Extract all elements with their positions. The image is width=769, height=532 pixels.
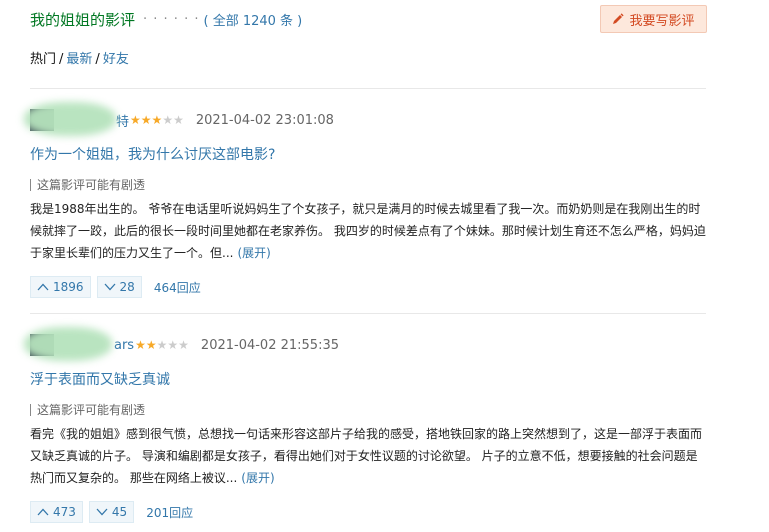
downvote-count: 28 — [119, 280, 135, 294]
pencil-icon — [613, 13, 625, 24]
star-icon: ★ — [130, 113, 141, 127]
downvote-button[interactable]: 45 — [88, 501, 135, 523]
divider — [30, 313, 706, 314]
tab-friends[interactable]: 好友 — [103, 52, 129, 67]
expand-link[interactable]: (展开) — [241, 471, 274, 485]
review-content: 我是1988年出生的。 爷爷在电话里听说妈妈生了个女孩子，就只是满月的时候去城里… — [30, 202, 706, 260]
redaction-blur — [24, 102, 116, 136]
arrow-up-icon — [37, 283, 49, 291]
arrow-up-icon — [37, 508, 49, 516]
upvote-count: 473 — [53, 505, 76, 519]
review-meta: 特 ★ ★ ★ ★ ★ 2021-04-02 23:01:08 — [24, 102, 710, 136]
review-actions: 1896 28 464回应 — [30, 276, 710, 298]
star-icon: ★ — [135, 338, 146, 352]
replies-link[interactable]: 464回应 — [154, 279, 201, 296]
write-review-label: 我要写影评 — [629, 13, 695, 29]
spoiler-warning: 这篇影评可能有剧透 — [30, 401, 710, 418]
expand-link[interactable]: (展开) — [237, 246, 270, 260]
page-title[interactable]: 我的姐姐的影评 — [30, 9, 135, 30]
title-dots: · · · · · · — [143, 11, 200, 27]
upvote-button[interactable]: 1896 — [30, 276, 91, 298]
star-icon: ★ — [167, 338, 179, 352]
spoiler-bar — [30, 178, 31, 191]
arrow-down-icon — [104, 283, 116, 291]
tab-separator: / — [95, 52, 100, 67]
review-excerpt: 看完《我的姐姐》感到很气愤，总想找一句话来形容这部片子给我的感受，搭地铁回家的路… — [30, 423, 706, 489]
write-review-button[interactable]: 我要写影评 — [600, 5, 707, 33]
spoiler-text: 这篇影评可能有剧透 — [37, 403, 146, 417]
reviews-header: 我的姐姐的影评 · · · · · · ( 全部 1240 条 ) — [30, 8, 302, 30]
star-icon: ★ — [162, 113, 174, 127]
review-title[interactable]: 作为一个姐姐，我为什么讨厌这部电影? — [30, 144, 710, 164]
sort-tabs: 热门 / 最新 / 好友 — [30, 48, 129, 67]
rating-stars: ★ ★ ★ ★ ★ — [135, 339, 189, 351]
review-meta: ars ★ ★ ★ ★ ★ 2021-04-02 21:55:35 — [24, 327, 710, 361]
review-item: ars ★ ★ ★ ★ ★ 2021-04-02 21:55:35 浮于表面而又缺乏真诚… — [24, 327, 710, 523]
spoiler-bar — [30, 403, 31, 416]
upvote-button[interactable]: 473 — [30, 501, 83, 523]
upvote-count: 1896 — [53, 280, 84, 294]
review-actions: 473 45 201回应 — [30, 501, 710, 523]
star-icon: ★ — [178, 338, 189, 352]
spoiler-text: 这篇影评可能有剧透 — [37, 178, 146, 192]
spoiler-warning: 这篇影评可能有剧透 — [30, 176, 710, 193]
replies-link[interactable]: 201回应 — [146, 504, 193, 521]
review-author[interactable]: ars — [114, 338, 134, 353]
downvote-count: 45 — [111, 505, 128, 519]
arrow-down-icon — [96, 508, 108, 516]
review-author[interactable]: 特 — [116, 111, 129, 130]
downvote-button[interactable]: 28 — [96, 276, 142, 298]
star-icon: ★ — [156, 338, 168, 352]
review-content: 看完《我的姐姐》感到很气愤，总想找一句话来形容这部片子给我的感受，搭地铁回家的路… — [30, 427, 703, 485]
tab-latest[interactable]: 最新 — [66, 52, 92, 67]
tab-separator: / — [59, 52, 64, 67]
review-title[interactable]: 浮于表面而又缺乏真诚 — [30, 369, 710, 389]
review-excerpt: 我是1988年出生的。 爷爷在电话里听说妈妈生了个女孩子，就只是满月的时候去城里… — [30, 198, 706, 264]
tab-hot[interactable]: 热门 — [30, 52, 56, 67]
star-icon: ★ — [151, 113, 163, 127]
rating-stars: ★ ★ ★ ★ ★ — [130, 114, 184, 126]
star-icon: ★ — [173, 113, 184, 127]
star-icon: ★ — [140, 113, 152, 127]
review-count-link[interactable]: ( 全部 1240 条 ) — [203, 10, 302, 29]
star-icon: ★ — [145, 338, 157, 352]
review-time[interactable]: 2021-04-02 21:55:35 — [201, 338, 339, 353]
review-item: 特 ★ ★ ★ ★ ★ 2021-04-02 23:01:08 作为一个姐姐，我为什么讨… — [24, 102, 710, 298]
redaction-blur — [24, 327, 112, 361]
divider — [30, 88, 706, 89]
review-time[interactable]: 2021-04-02 23:01:08 — [196, 113, 334, 128]
